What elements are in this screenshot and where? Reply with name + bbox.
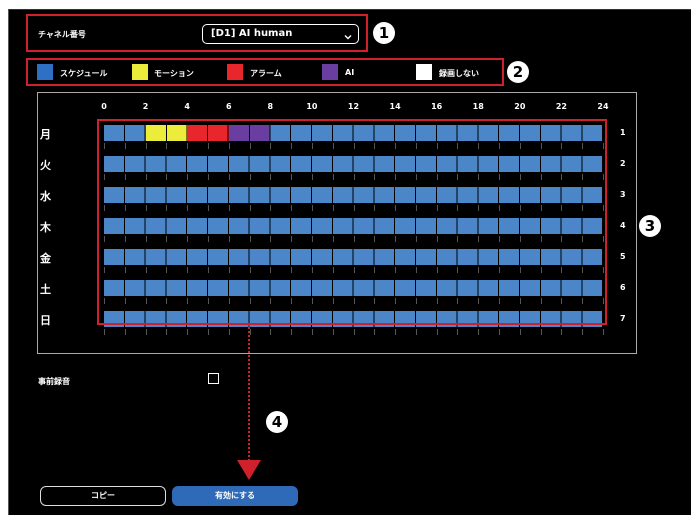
grid-tick (540, 329, 542, 335)
hour-label: 24 (597, 102, 609, 111)
legend-swatch-alarm (227, 64, 243, 80)
pre-record-label: 事前録音 (38, 377, 70, 386)
grid-tick (187, 329, 189, 335)
hour-label: 18 (472, 102, 484, 111)
grid-tick (603, 329, 604, 335)
day-label: 火 (40, 159, 51, 172)
row-number: 5 (620, 252, 626, 261)
grid-tick (311, 329, 313, 335)
grid-tick (270, 329, 272, 335)
row-number: 6 (620, 283, 626, 292)
channel-select-value: [D1] AI human (211, 28, 293, 39)
annotation-arrow-line (248, 324, 250, 464)
grid-tick (207, 329, 209, 335)
pre-record-checkbox[interactable] (208, 373, 219, 384)
legend-swatch-schedule (37, 64, 53, 80)
day-label: 木 (40, 221, 51, 234)
grid-tick (561, 329, 563, 335)
grid-tick (166, 329, 168, 335)
legend-label-ai: AI (345, 68, 355, 77)
channel-select[interactable]: [D1] AI human (202, 24, 359, 44)
hour-label: 14 (389, 102, 401, 111)
legend-label-alarm: アラーム (250, 69, 282, 78)
day-label: 土 (40, 283, 51, 296)
grid-tick (374, 329, 376, 335)
row-number: 4 (620, 221, 626, 230)
hour-label: 22 (555, 102, 567, 111)
annotation-badge-4: 4 (266, 411, 288, 433)
grid-tick (582, 329, 584, 335)
grid-tick (291, 329, 293, 335)
legend-swatch-motion (132, 64, 148, 80)
hour-label: 6 (225, 102, 232, 111)
day-label: 日 (40, 314, 51, 327)
row-number: 7 (620, 314, 626, 323)
enable-button[interactable]: 有効にする (172, 486, 298, 506)
grid-tick (124, 329, 126, 335)
grid-tick (415, 329, 417, 335)
day-label: 水 (40, 190, 51, 203)
grid-tick (332, 329, 334, 335)
hour-label: 2 (142, 102, 149, 111)
annotation-badge-3: 3 (639, 215, 661, 237)
annotation-box-schedule (97, 119, 607, 325)
chevron-down-icon (344, 30, 352, 48)
hour-label: 12 (347, 102, 360, 111)
channel-label: チャネル番号 (38, 30, 86, 39)
grid-tick (478, 329, 480, 335)
grid-tick (457, 329, 459, 335)
grid-tick (353, 329, 355, 335)
hour-label: 16 (431, 102, 443, 111)
legend-label-schedule: スケジュール (60, 69, 108, 78)
annotation-arrow-head (237, 460, 261, 480)
legend-label-motion: モーション (154, 69, 194, 78)
grid-tick (228, 329, 230, 335)
legend-swatch-no-record (416, 64, 432, 80)
copy-button[interactable]: コピー (40, 486, 166, 506)
hour-label: 0 (101, 102, 107, 111)
day-label: 月 (40, 128, 51, 141)
annotation-badge-2: 2 (507, 61, 529, 83)
row-number: 3 (620, 190, 626, 199)
hour-label: 8 (267, 102, 274, 111)
grid-tick (436, 329, 438, 335)
hour-label: 10 (306, 102, 318, 111)
grid-tick (104, 329, 105, 335)
day-label: 金 (40, 252, 51, 265)
row-number: 1 (620, 128, 626, 137)
legend-swatch-ai (322, 64, 338, 80)
legend-label-no-record: 録画しない (439, 69, 479, 78)
grid-tick (499, 329, 501, 335)
hour-label: 4 (184, 102, 190, 111)
grid-tick (145, 329, 147, 335)
grid-tick (519, 329, 521, 335)
annotation-badge-1: 1 (373, 22, 395, 44)
row-number: 2 (620, 159, 626, 168)
grid-tick (395, 329, 397, 335)
hour-label: 20 (514, 102, 526, 111)
